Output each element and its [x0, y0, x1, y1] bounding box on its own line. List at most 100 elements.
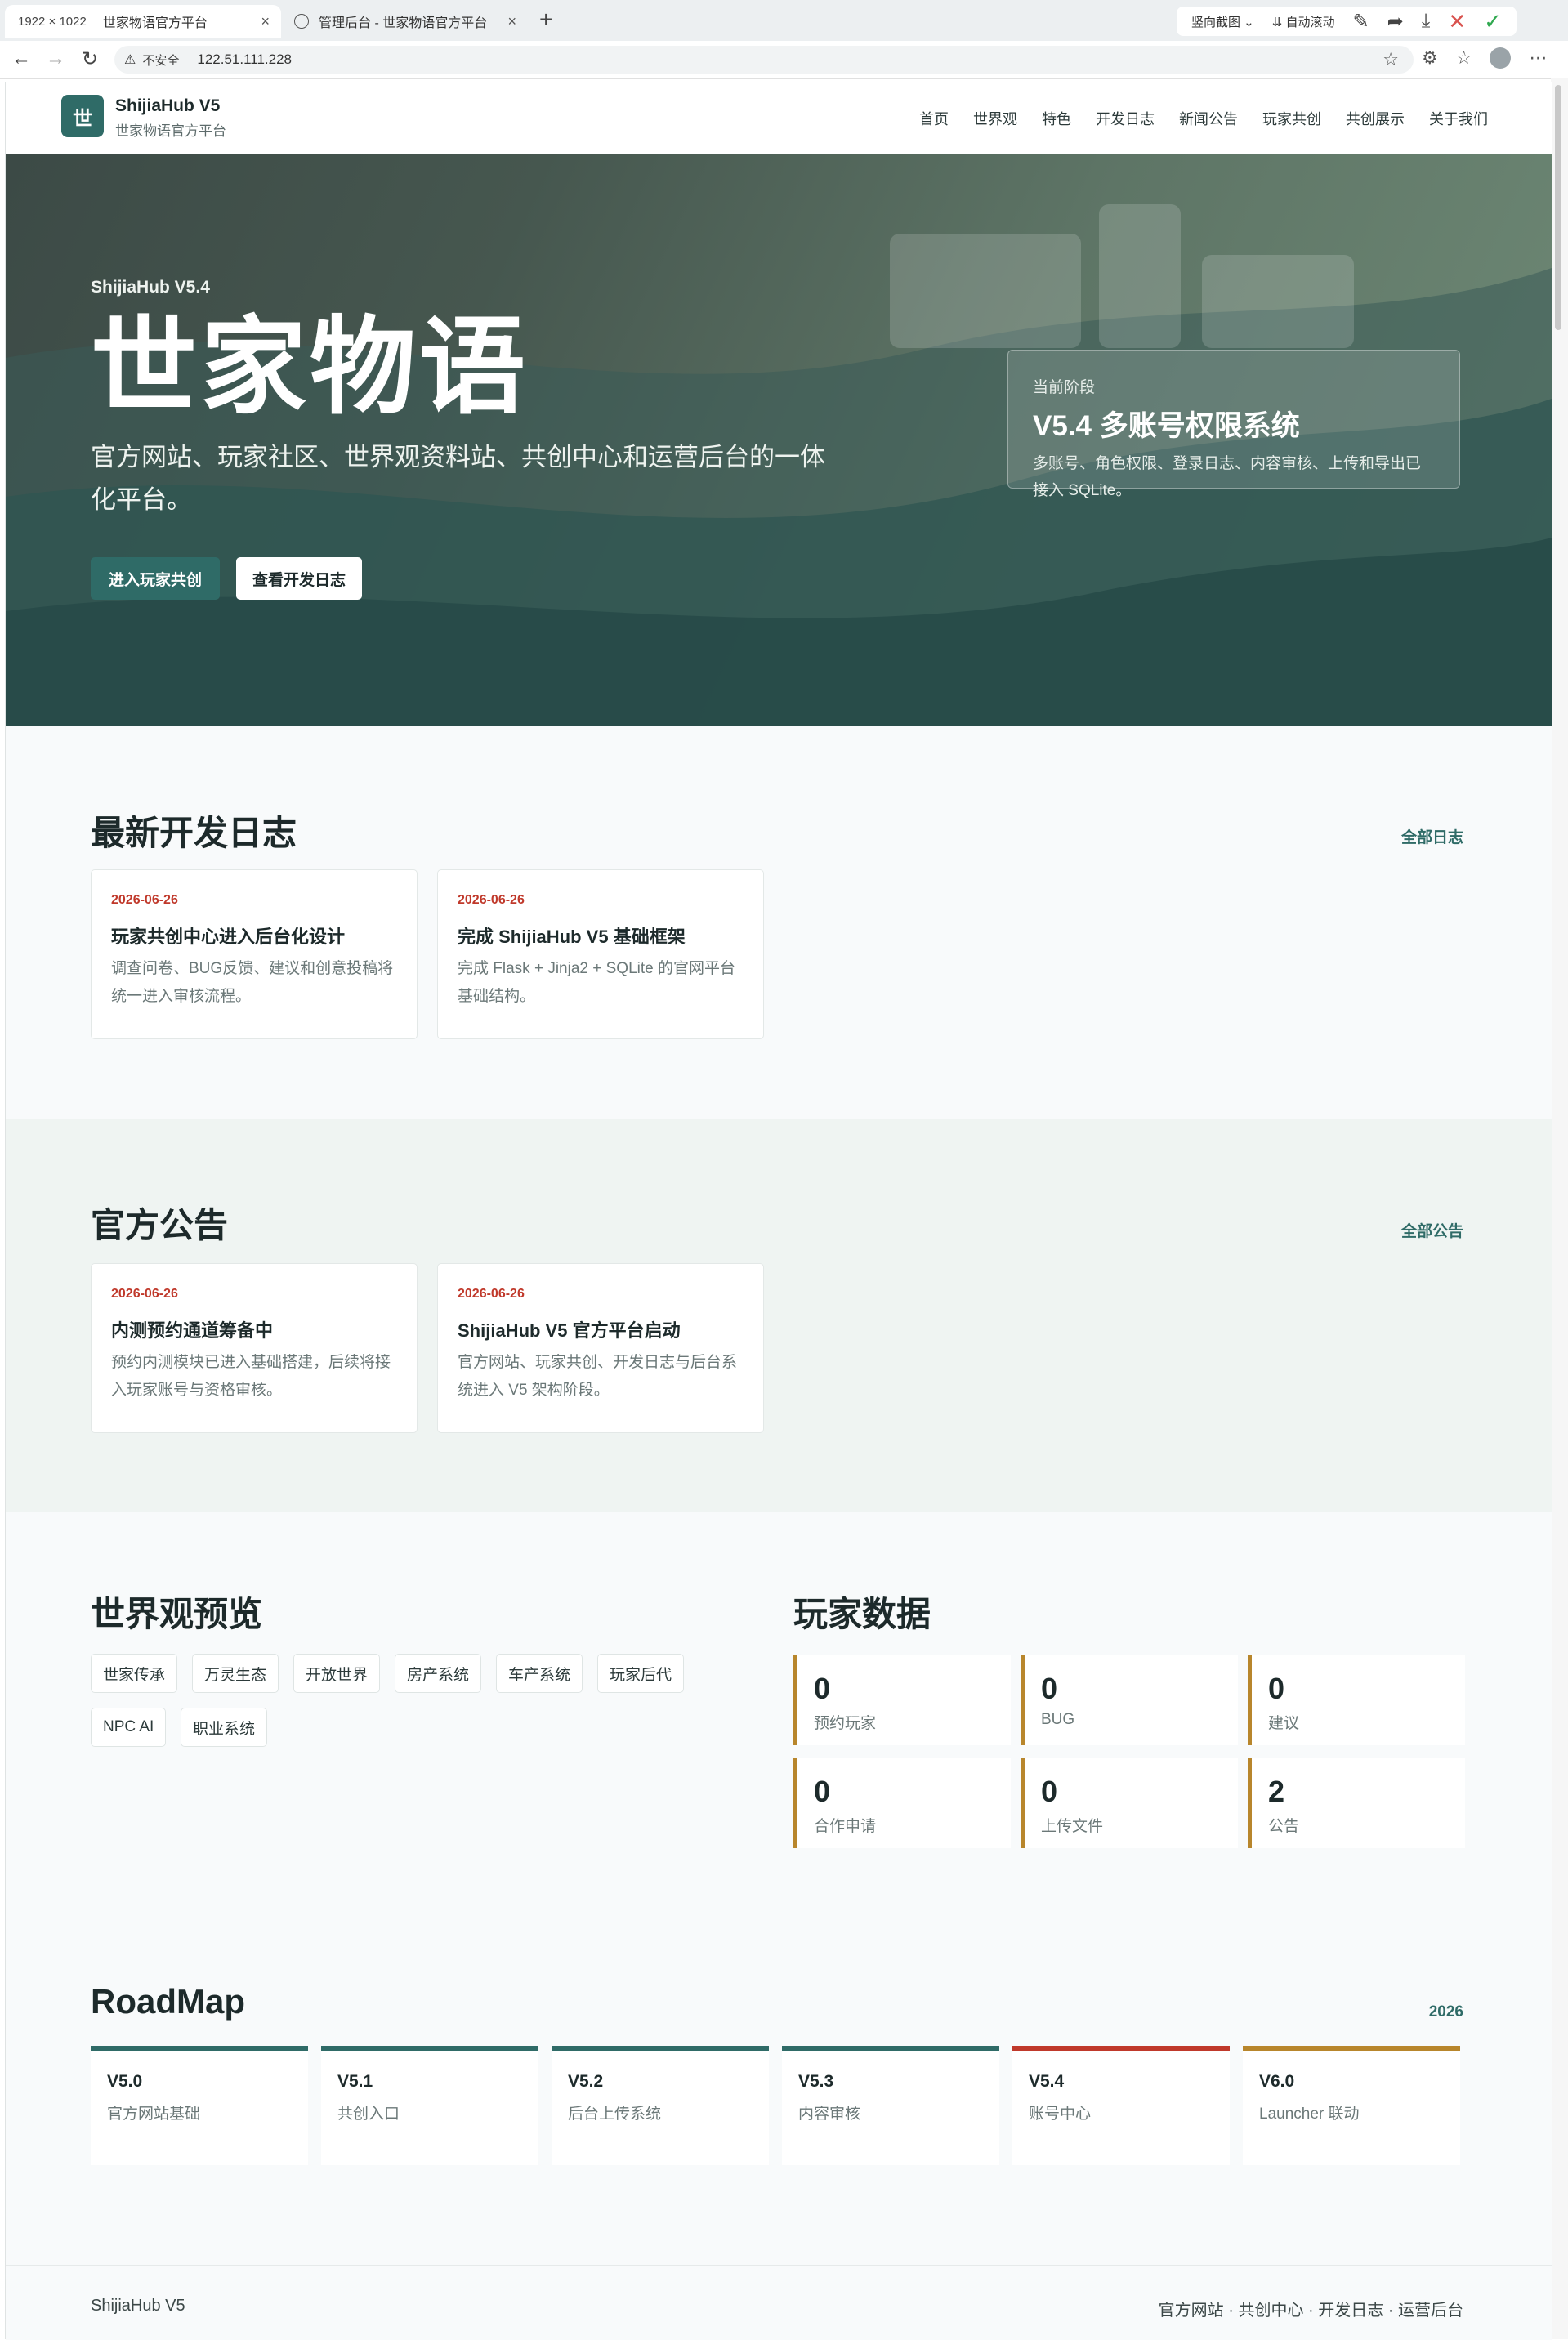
stat-label: 建议 [1268, 1715, 1300, 1732]
auto-scroll-button[interactable]: ⇊ 自动滚动 [1272, 13, 1335, 30]
hero-description: 官方网站、玩家社区、世界观资料站、共创中心和运营后台的一体化平台。 [91, 443, 825, 514]
card-date: 2026-06-26 [458, 1287, 525, 1301]
nav-cocreate[interactable]: 玩家共创 [1262, 108, 1321, 129]
back-icon[interactable]: ← [11, 47, 31, 70]
nav-devlog[interactable]: 开发日志 [1096, 108, 1155, 129]
section-title: 世界观预览 [91, 1595, 263, 1633]
tab-title: 世家物语官方平台 [102, 16, 208, 30]
stat-card: 0 建议 [1248, 1655, 1465, 1745]
world-tag[interactable]: 车产系统 [496, 1654, 583, 1693]
world-tag[interactable]: NPC AI [91, 1708, 167, 1747]
forward-icon[interactable]: → [46, 47, 65, 70]
stat-card: 0 BUG [1021, 1655, 1238, 1745]
more-icon[interactable]: ⋯ [1529, 47, 1547, 69]
roadmap-item-current: V5.4 账号中心 [1012, 2046, 1230, 2165]
devlog-card[interactable]: 2026-06-26 玩家共创中心进入后台化设计 调查问卷、BUG反馈、建议和创… [91, 869, 418, 1039]
capture-mode-dropdown[interactable]: 竖向截图 ⌄ [1191, 13, 1254, 30]
extensions-icon[interactable]: ⚙ [1422, 47, 1438, 69]
stat-value: 0 [1041, 1672, 1058, 1705]
roadmap-item-future: V6.0 Launcher 联动 [1243, 2046, 1460, 2165]
nav-news[interactable]: 新闻公告 [1179, 108, 1238, 129]
current-stage-card: 当前阶段 V5.4 多账号权限系统 多账号、角色权限、登录日志、内容审核、上传和… [1007, 350, 1460, 499]
share-icon[interactable]: ➦ [1387, 10, 1404, 33]
stat-label: BUG [1041, 1711, 1075, 1728]
world-tag[interactable]: 万灵生态 [192, 1654, 279, 1693]
hero-title: 世家物语 [91, 307, 529, 426]
nav-about[interactable]: 关于我们 [1429, 108, 1488, 129]
roadmap-version: V5.0 [107, 2072, 143, 2091]
roadmap-item: V5.1 共创入口 [321, 2046, 538, 2165]
favorites-icon[interactable]: ☆ [1456, 47, 1472, 69]
capture-toolbar: 竖向截图 ⌄ ⇊ 自动滚动 ✎ ➦ ⤓ ✕ ✓ [1177, 7, 1517, 36]
world-tag[interactable]: 房产系统 [395, 1654, 482, 1693]
pen-icon[interactable]: ✎ [1353, 10, 1369, 33]
card-text: 调查问卷、BUG反馈、建议和创意投稿将统一进入审核流程。 [111, 960, 394, 1005]
tab-admin[interactable]: 管理后台 - 世家物语官方平台 × [286, 5, 528, 38]
footer-brand: ShijiaHub V5 [91, 2297, 185, 2315]
close-icon[interactable]: × [261, 13, 270, 30]
new-tab-button[interactable]: + [539, 7, 552, 33]
card-date: 2026-06-26 [458, 893, 525, 907]
roadmap-year: 2026 [1428, 2003, 1463, 2021]
confirm-icon[interactable]: ✓ [1484, 9, 1502, 34]
site-header: 世 ShijiaHub V5 世家物语官方平台 首页 世界观 特色 开发日志 新… [6, 82, 1552, 154]
card-title: 完成 ShijiaHub V5 基础框架 [458, 927, 686, 947]
world-tag[interactable]: 世家传承 [91, 1654, 178, 1693]
site-footer: ShijiaHub V5 官方网站 · 共创中心 · 开发日志 · 运营后台 [6, 2265, 1552, 2340]
enter-cocreate-button[interactable]: 进入玩家共创 [91, 557, 221, 600]
page-scrollbar[interactable] [1551, 78, 1568, 2339]
card-title: 内测预约通道筹备中 [111, 1320, 274, 1341]
nav-home[interactable]: 首页 [919, 108, 949, 129]
card-text: 官方网站、玩家共创、开发日志与后台系统进入 V5 架构阶段。 [458, 1354, 738, 1399]
tab-homepage[interactable]: 1922 × 1022 世家物语官方平台 × [5, 5, 281, 38]
stage-label: 当前阶段 [1033, 379, 1096, 396]
stat-value: 0 [1041, 1775, 1058, 1808]
all-announcements-link[interactable]: 全部公告 [1401, 1219, 1463, 1241]
roadmap-item: V5.2 后台上传系统 [552, 2046, 769, 2165]
world-tag[interactable]: 玩家后代 [597, 1654, 685, 1693]
reload-icon[interactable]: ↻ [82, 47, 98, 71]
announcement-card[interactable]: 2026-06-26 ShijiaHub V5 官方平台启动 官方网站、玩家共创… [437, 1263, 764, 1433]
cancel-icon[interactable]: ✕ [1448, 9, 1466, 34]
world-tag[interactable]: 职业系统 [181, 1708, 268, 1747]
url-field[interactable]: ⚠ 不安全 122.51.111.228 ☆ [114, 46, 1414, 74]
announcement-card[interactable]: 2026-06-26 内测预约通道筹备中 预约内测模块已进入基础搭建，后续将接入… [91, 1263, 418, 1433]
roadmap-version: V5.1 [337, 2072, 373, 2091]
roadmap-name: Launcher 联动 [1259, 2106, 1360, 2123]
view-devlog-button[interactable]: 查看开发日志 [236, 557, 363, 600]
all-devlogs-link[interactable]: 全部日志 [1401, 825, 1463, 847]
roadmap-name: 共创入口 [337, 2106, 400, 2123]
decorative-panel [1099, 204, 1181, 348]
nav-world[interactable]: 世界观 [973, 108, 1017, 129]
close-icon[interactable]: × [507, 13, 516, 30]
favorite-star-icon[interactable]: ☆ [1383, 49, 1399, 70]
section-title: RoadMap [91, 1982, 245, 2021]
devlog-card[interactable]: 2026-06-26 完成 ShijiaHub V5 基础框架 完成 Flask… [437, 869, 764, 1039]
avatar[interactable] [1490, 47, 1512, 69]
stat-label: 预约玩家 [814, 1715, 877, 1732]
scrollbar-thumb[interactable] [1555, 85, 1561, 330]
stat-label: 公告 [1268, 1818, 1300, 1835]
hero-banner: ShijiaHub V5.4 世家物语 官方网站、玩家社区、世界观资料站、共创中… [6, 154, 1552, 726]
hero-version: ShijiaHub V5.4 [91, 278, 210, 297]
devlog-section: 最新开发日志 全部日志 2026-06-26 玩家共创中心进入后台化设计 调查问… [6, 726, 1552, 1119]
brand-title[interactable]: ShijiaHub V5 [115, 96, 220, 116]
site-logo[interactable]: 世 [61, 95, 104, 137]
security-label: 不安全 [142, 53, 180, 68]
browser-tab-bar: 1922 × 1022 世家物语官方平台 × 管理后台 - 世家物语官方平台 ×… [0, 0, 1568, 41]
stage-description: 多账号、角色权限、登录日志、内容审核、上传和导出已接入 SQLite。 [1033, 455, 1422, 499]
url-text: 122.51.111.228 [197, 51, 293, 67]
footer-links[interactable]: 官方网站 · 共创中心 · 开发日志 · 运营后台 [1159, 2297, 1463, 2320]
main-nav: 首页 世界观 特色 开发日志 新闻公告 玩家共创 共创展示 关于我们 [919, 108, 1488, 129]
stat-card: 2 公告 [1248, 1758, 1465, 1848]
download-icon[interactable]: ⤓ [1422, 10, 1431, 33]
world-tag[interactable]: 开放世界 [293, 1654, 381, 1693]
stat-card: 0 上传文件 [1021, 1758, 1238, 1848]
section-title: 最新开发日志 [91, 814, 297, 852]
globe-icon [294, 14, 309, 29]
nav-showcase[interactable]: 共创展示 [1346, 108, 1405, 129]
card-title: ShijiaHub V5 官方平台启动 [458, 1320, 681, 1341]
section-title: 官方公告 [91, 1206, 229, 1244]
nav-features[interactable]: 特色 [1042, 108, 1071, 129]
page-viewport: 世 ShijiaHub V5 世家物语官方平台 首页 世界观 特色 开发日志 新… [5, 82, 1552, 2340]
